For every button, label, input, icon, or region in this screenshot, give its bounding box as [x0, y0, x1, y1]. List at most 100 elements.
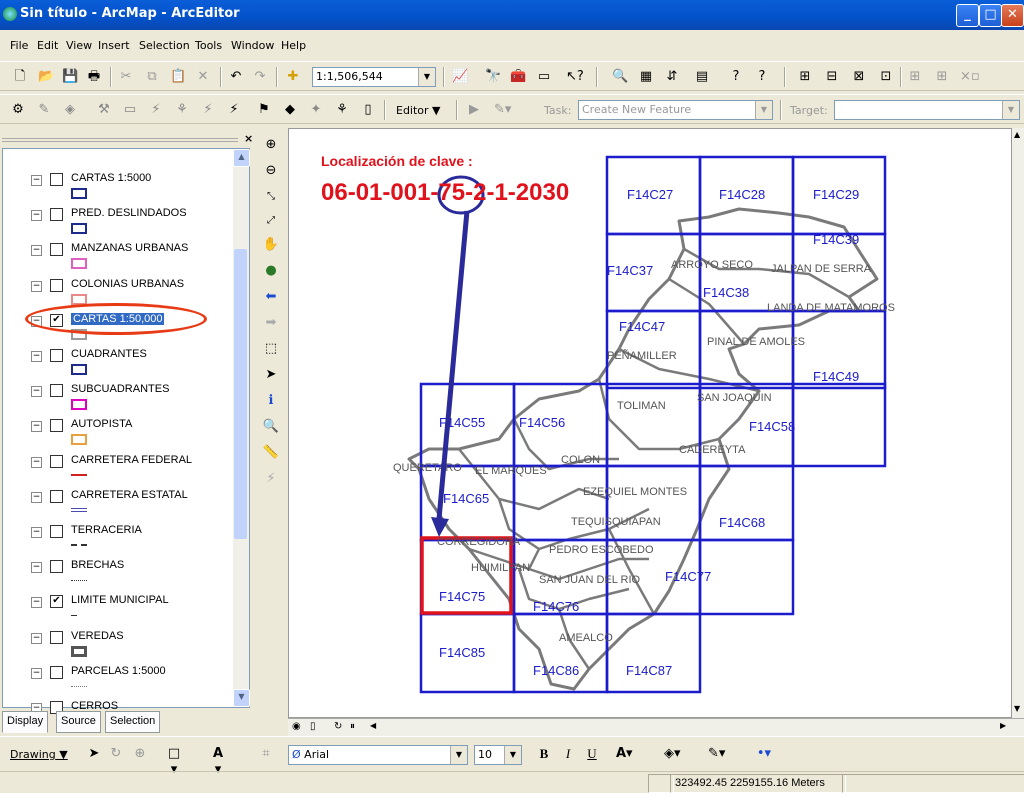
menu-edit[interactable]: Edit — [37, 39, 58, 52]
toc-layer-row[interactable]: − CARRETERA ESTATAL — [3, 488, 231, 506]
menu-selection[interactable]: Selection — [139, 39, 190, 52]
fill-color-icon[interactable]: ◈▾ — [664, 746, 681, 762]
layer-visibility-checkbox[interactable] — [50, 349, 63, 362]
layer-visibility-checkbox[interactable] — [50, 489, 63, 503]
layer-visibility-checkbox[interactable] — [50, 278, 63, 292]
close-icon[interactable]: × — [244, 132, 253, 145]
collapse-icon[interactable]: − — [31, 562, 42, 574]
layout-view-icon[interactable]: ▯ — [310, 721, 316, 732]
context-help-icon[interactable]: ? — [754, 69, 770, 85]
tool-c-icon[interactable]: ⊠ — [851, 69, 867, 85]
find-icon[interactable]: 🔍 — [262, 418, 280, 436]
map-horizontal-scrollbar[interactable]: ◉ ▯ ↻ ⏸ ◀ ▶ — [288, 718, 1024, 736]
toc-layer-label[interactable]: CUADRANTES — [71, 348, 147, 360]
collapse-icon[interactable]: − — [31, 597, 42, 609]
toc-layer-label[interactable]: MANZANAS URBANAS — [71, 242, 188, 254]
open-icon[interactable]: 📂 — [38, 69, 54, 85]
scroll-left-icon[interactable]: ◀ — [370, 721, 376, 730]
full-extent-icon[interactable]: ● — [262, 262, 280, 280]
toc-layer-row[interactable]: − AUTOPISTA — [3, 417, 231, 435]
toc-layer-label[interactable]: CARRETERA ESTATAL — [71, 489, 188, 501]
add-data-icon[interactable]: ✚ — [285, 69, 301, 85]
layer-visibility-checkbox[interactable] — [50, 454, 63, 468]
font-color-icon[interactable]: A▾ — [616, 746, 633, 762]
tab-display[interactable]: Display — [2, 711, 49, 733]
map-vscroll[interactable] — [1003, 129, 1011, 709]
data-view-icon[interactable]: ◉ — [292, 721, 301, 732]
toc-layer-label[interactable]: COLONIAS URBANAS — [71, 278, 184, 290]
tool-f-icon[interactable]: ⊞ — [934, 69, 950, 85]
map-canvas[interactable]: F14C27 F14C28 F14C29 F14C37 F14C38 F14C39 F14C… — [289, 129, 1012, 718]
collapse-icon[interactable]: − — [31, 351, 42, 362]
scroll-thumb[interactable] — [234, 249, 247, 539]
select-features-icon[interactable]: ⬚ — [262, 340, 280, 358]
toc-layer-label[interactable]: LIMITE MUNICIPAL — [71, 594, 169, 606]
layer-visibility-checkbox[interactable] — [50, 208, 63, 222]
collapse-icon[interactable]: − — [31, 245, 42, 257]
collapse-icon[interactable]: − — [31, 175, 42, 186]
toc-layer-label[interactable]: CARRETERA FEDERAL — [71, 454, 192, 466]
toc-layer-label[interactable]: CARTAS 1:5000 — [71, 172, 151, 184]
edit-tool-icon[interactable]: ▶ — [466, 102, 482, 118]
toc-layer-label[interactable]: SUBCUADRANTES — [71, 383, 169, 395]
forward-extent-icon[interactable]: ➡ — [262, 314, 280, 332]
copy-icon[interactable]: ⧉ — [144, 69, 160, 85]
sketch-tool-icon[interactable]: ✎▾ — [494, 102, 511, 118]
tool-t-icon[interactable]: ⚘ — [334, 102, 350, 118]
toc-layer-label[interactable]: VEREDAS — [71, 630, 124, 642]
help-icon[interactable]: ? — [728, 69, 744, 85]
identify-results-icon[interactable]: 🔍 — [612, 69, 628, 85]
undo-icon[interactable]: ↶ — [228, 69, 244, 85]
refresh-icon[interactable]: ↻ — [334, 721, 342, 732]
toc-layer-label[interactable]: AUTOPISTA — [71, 418, 132, 430]
toc-layer-row[interactable]: − PARCELAS 1:5000 — [3, 664, 231, 682]
select-elements-icon[interactable]: ➤ — [262, 366, 280, 384]
menu-window[interactable]: Window — [231, 39, 274, 52]
scroll-up-icon[interactable]: ▲ — [1014, 130, 1020, 139]
toc-layer-row[interactable]: − PRED. DESLINDADOS — [3, 206, 231, 224]
toc-layer-row[interactable]: − CARTAS 1:5000 — [3, 171, 231, 189]
toc-layer-label[interactable]: PRED. DESLINDADOS — [71, 207, 187, 219]
tool-p-icon[interactable]: ⚡ — [226, 102, 242, 118]
italic-icon[interactable]: I — [560, 746, 576, 762]
map-vertical-scrollbar[interactable]: ▲ ▼ — [1012, 128, 1024, 718]
tool-u-icon[interactable]: ▯ — [360, 102, 376, 118]
whats-this-icon[interactable]: ↖? — [566, 69, 584, 85]
collapse-icon[interactable]: − — [31, 632, 42, 644]
save-icon[interactable]: 💾 — [62, 69, 78, 85]
toc-layer-label[interactable]: BRECHAS — [71, 559, 124, 571]
toc-layer-row[interactable]: − CUADRANTES — [3, 347, 231, 365]
cut-icon[interactable]: ✂ — [118, 69, 134, 85]
collapse-icon[interactable]: − — [31, 456, 42, 468]
tab-source[interactable]: Source — [56, 711, 101, 733]
zoom-in-icon[interactable]: ⊕ — [262, 136, 280, 154]
tool-o-icon[interactable]: ⚡ — [200, 102, 216, 118]
layer-visibility-checkbox[interactable] — [50, 384, 63, 398]
tool-n-icon[interactable]: ⚘ — [174, 102, 190, 118]
tool-i-icon[interactable]: ✎ — [36, 102, 52, 118]
toc-layer-row[interactable]: − MANZANAS URBANAS — [3, 241, 231, 259]
underline-icon[interactable]: U — [584, 746, 600, 762]
toc-layer-row[interactable]: − VEREDAS — [3, 629, 231, 647]
menu-insert[interactable]: Insert — [98, 39, 130, 52]
font-size-combo[interactable]: 10 ▼ — [474, 745, 522, 765]
redo-icon[interactable]: ↷ — [252, 69, 268, 85]
collapse-icon[interactable]: − — [31, 491, 42, 503]
map-view[interactable]: F14C27 F14C28 F14C29 F14C37 F14C38 F14C39 F14C… — [288, 128, 1012, 718]
toc-scrollbar[interactable]: ▲ ▼ — [233, 149, 250, 707]
tool-d-icon[interactable]: ⊡ — [878, 69, 894, 85]
tool-r-icon[interactable]: ◆ — [282, 102, 298, 118]
python-icon[interactable]: ⇵ — [664, 69, 680, 85]
delete-icon[interactable]: ✕ — [195, 69, 211, 85]
scroll-down-icon[interactable]: ▼ — [1014, 704, 1020, 713]
font-combo[interactable]: Ø Arial ▼ — [288, 745, 468, 765]
model-builder-icon[interactable]: ▦ — [638, 69, 654, 85]
zoom-out-icon[interactable]: ⊖ — [262, 162, 280, 180]
target-combo[interactable]: ▼ — [834, 100, 1020, 120]
tool-k-icon[interactable]: ⚒ — [96, 102, 112, 118]
collapse-icon[interactable]: − — [31, 421, 42, 433]
marker-color-icon[interactable]: •▾ — [756, 746, 772, 762]
paste-icon[interactable]: 📋 — [170, 69, 186, 85]
command-line-icon[interactable]: ▭ — [536, 69, 552, 85]
toc-layer-row[interactable]: − SUBCUADRANTES — [3, 382, 231, 400]
